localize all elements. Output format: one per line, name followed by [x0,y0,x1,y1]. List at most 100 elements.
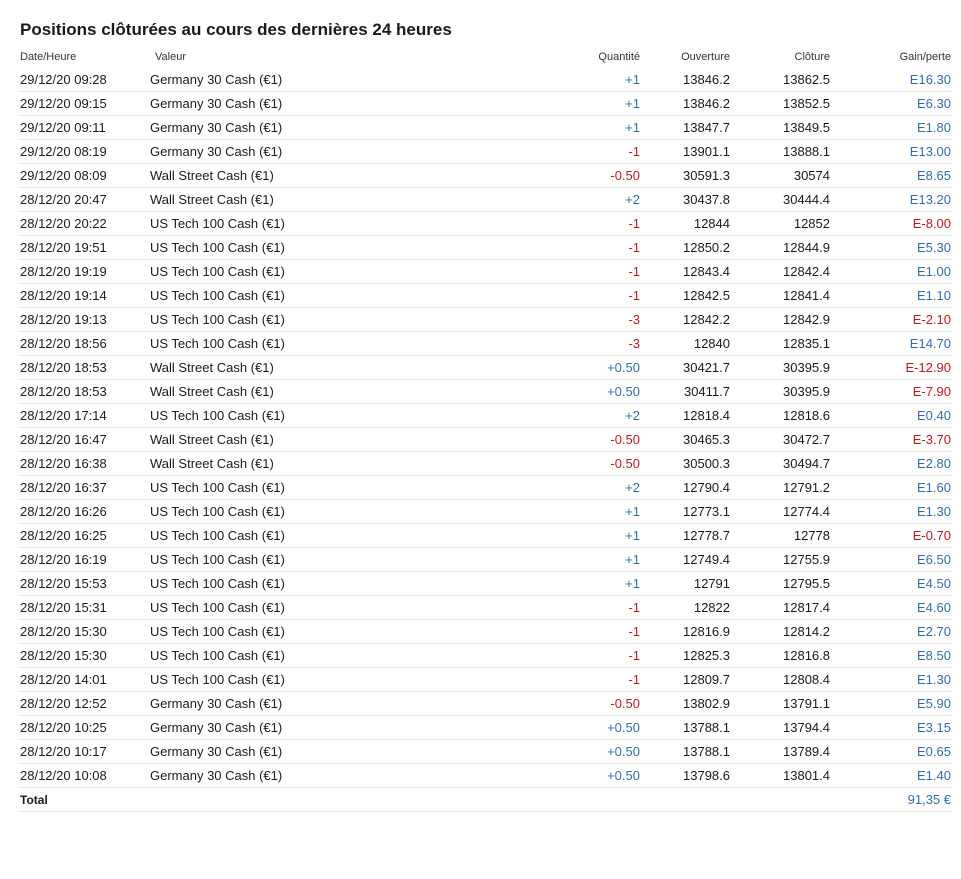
cell-gain: E4.60 [830,595,951,620]
cell-gain: E1.80 [830,115,951,140]
cell-date: 28/12/20 19:19 [20,259,150,284]
cell-value: US Tech 100 Cash (€1) [150,619,465,644]
table-row: 28/12/20 16:26 US Tech 100 Cash (€1) +1 127… [20,499,951,524]
cell-open: 13798.6 [640,763,730,788]
cell-open: 12843.4 [640,259,730,284]
cell-close: 12814.2 [730,619,830,644]
cell-value: Germany 30 Cash (€1) [150,139,465,164]
cell-close: 13791.1 [730,691,830,716]
table-row: 28/12/20 17:14 US Tech 100 Cash (€1) +2 128… [20,403,951,428]
cell-date: 29/12/20 09:11 [20,115,150,140]
cell-open: 13901.1 [640,139,730,164]
table-row: 28/12/20 16:25 US Tech 100 Cash (€1) +1 127… [20,523,951,548]
cell-date: 28/12/20 16:26 [20,499,150,524]
cell-quantity: +2 [465,187,640,212]
header-quantity: Quantité [598,51,640,63]
cell-open: 13846.2 [640,91,730,116]
cell-gain: E-7.90 [830,379,951,404]
cell-quantity: +1 [465,523,640,548]
cell-open: 30591.3 [640,163,730,188]
table-row: 29/12/20 09:11 Germany 30 Cash (€1) +1 1384… [20,115,951,140]
cell-date: 28/12/20 10:17 [20,739,150,764]
table-row: 28/12/20 16:47 Wall Street Cash (€1) -0.50… [20,427,951,452]
cell-gain: E2.70 [830,619,951,644]
cell-value: US Tech 100 Cash (€1) [150,475,465,500]
cell-close: 13888.1 [730,139,830,164]
header-date: Date/Heure [20,51,77,63]
cell-date: 29/12/20 08:09 [20,163,150,188]
cell-date: 28/12/20 16:37 [20,475,150,500]
cell-gain: E-3.70 [830,427,951,452]
cell-gain: E8.50 [830,643,951,668]
cell-close: 12791.2 [730,475,830,500]
cell-quantity: +2 [465,403,640,428]
cell-close: 12835.1 [730,331,830,356]
cell-date: 28/12/20 15:30 [20,619,150,644]
table-row: 28/12/20 20:47 Wall Street Cash (€1) +2 304… [20,187,951,212]
cell-close: 12795.5 [730,571,830,596]
cell-close: 13849.5 [730,115,830,140]
cell-date: 28/12/20 19:14 [20,283,150,308]
table-row: 28/12/20 19:19 US Tech 100 Cash (€1) -1 128… [20,259,951,284]
cell-date: 28/12/20 20:47 [20,187,150,212]
cell-quantity: -1 [465,283,640,308]
cell-gain: E16.30 [830,68,951,92]
cell-quantity: -0.50 [465,163,640,188]
cell-gain: E3.15 [830,715,951,740]
cell-date: 28/12/20 17:14 [20,403,150,428]
cell-quantity: -1 [465,235,640,260]
table-row: 29/12/20 08:09 Wall Street Cash (€1) -0.50… [20,163,951,188]
cell-open: 12825.3 [640,643,730,668]
cell-value: US Tech 100 Cash (€1) [150,523,465,548]
table-row: 28/12/20 18:53 Wall Street Cash (€1) +0.50… [20,355,951,380]
cell-gain: E14.70 [830,331,951,356]
cell-open: 12842.5 [640,283,730,308]
header-value: Valeur [155,51,186,63]
cell-value: Germany 30 Cash (€1) [150,763,465,788]
cell-gain: E-2.10 [830,307,951,332]
cell-date: 28/12/20 15:31 [20,595,150,620]
cell-value: US Tech 100 Cash (€1) [150,403,465,428]
cell-value: Wall Street Cash (€1) [150,163,465,188]
cell-open: 30465.3 [640,427,730,452]
table-row: 28/12/20 18:53 Wall Street Cash (€1) +0.50… [20,379,951,404]
cell-value: US Tech 100 Cash (€1) [150,499,465,524]
cell-open: 13788.1 [640,715,730,740]
cell-value: Wall Street Cash (€1) [150,187,465,212]
cell-open: 12816.9 [640,619,730,644]
cell-quantity: -3 [465,331,640,356]
table-row: 28/12/20 19:51 US Tech 100 Cash (€1) -1 128… [20,235,951,260]
cell-open: 12773.1 [640,499,730,524]
cell-date: 28/12/20 16:19 [20,547,150,572]
table-row: 28/12/20 16:38 Wall Street Cash (€1) -0.50… [20,451,951,476]
cell-quantity: -3 [465,307,640,332]
cell-close: 12808.4 [730,667,830,692]
cell-open: 12790.4 [640,475,730,500]
cell-open: 13788.1 [640,739,730,764]
cell-quantity: -1 [465,139,640,164]
cell-quantity: +1 [465,115,640,140]
cell-value: US Tech 100 Cash (€1) [150,307,465,332]
cell-gain: E6.30 [830,91,951,116]
cell-open: 12791 [640,571,730,596]
total-value: 91,35 € [830,787,951,812]
cell-quantity: +0.50 [465,355,640,380]
cell-open: 30411.7 [640,379,730,404]
header-open: Ouverture [681,51,730,63]
cell-date: 28/12/20 10:25 [20,715,150,740]
cell-date: 28/12/20 19:51 [20,235,150,260]
table-row: 28/12/20 15:30 US Tech 100 Cash (€1) -1 128… [20,619,951,644]
cell-date: 29/12/20 08:19 [20,139,150,164]
cell-open: 13846.2 [640,68,730,92]
cell-gain: E1.60 [830,475,951,500]
cell-date: 28/12/20 14:01 [20,667,150,692]
cell-open: 12840 [640,331,730,356]
cell-date: 28/12/20 16:25 [20,523,150,548]
cell-gain: E1.30 [830,499,951,524]
cell-date: 28/12/20 15:53 [20,571,150,596]
cell-value: US Tech 100 Cash (€1) [150,643,465,668]
cell-open: 12844 [640,211,730,236]
cell-gain: E6.50 [830,547,951,572]
cell-quantity: -0.50 [465,451,640,476]
cell-close: 13794.4 [730,715,830,740]
